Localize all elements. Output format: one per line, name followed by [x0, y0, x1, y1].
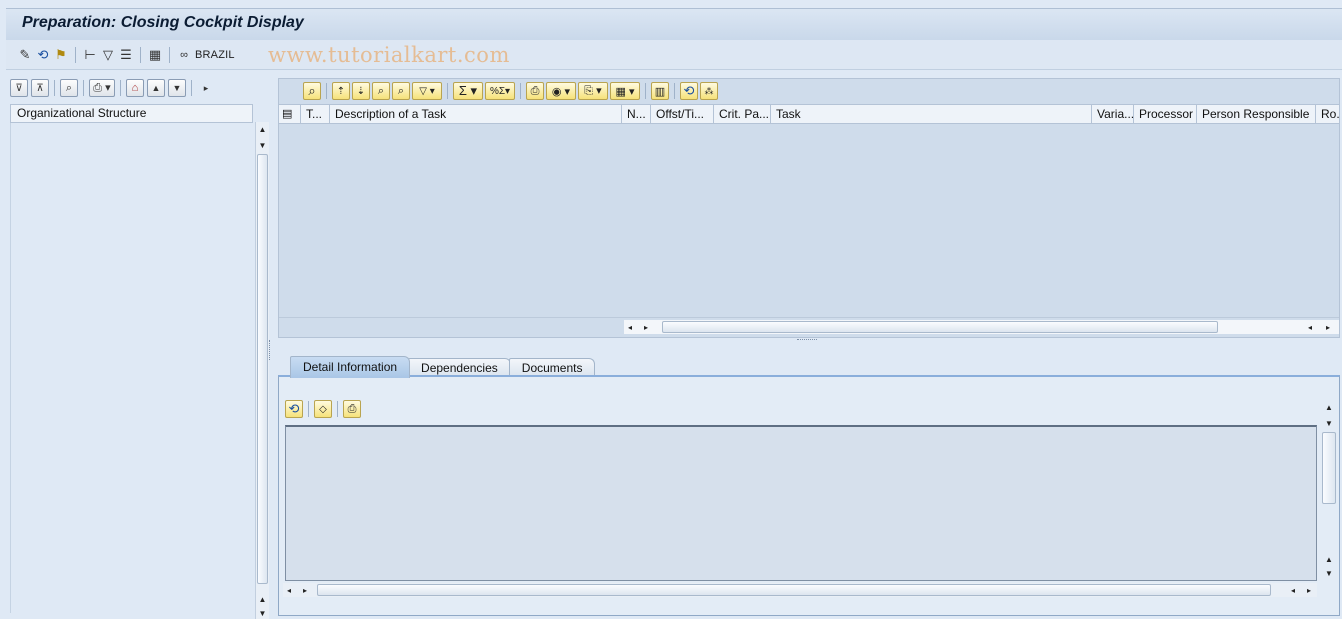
scroll-thumb[interactable]	[317, 584, 1271, 596]
scroll-right-end-icon[interactable]: ▸	[1322, 320, 1334, 334]
move-up-icon[interactable]: ▲	[147, 79, 165, 97]
scroll-up-icon[interactable]: ▲	[1321, 400, 1337, 414]
scroll-up-bottom-icon[interactable]: ▲	[1321, 552, 1337, 566]
scroll-down-icon[interactable]: ▼	[256, 138, 269, 152]
scroll-right-icon[interactable]: ▸	[299, 583, 311, 597]
scroll-up-bottom-icon[interactable]: ▲	[256, 592, 269, 606]
sort-ascending-icon[interactable]: ⇡	[332, 82, 350, 100]
grid-horizontal-scrollbar[interactable]: ◂ ▸ ◂ ▸	[624, 320, 1339, 334]
total-icon[interactable]: Σ ▾	[453, 82, 483, 100]
filter-icon[interactable]: ▽	[99, 46, 117, 64]
expand-all-icon[interactable]: ⊽	[10, 79, 28, 97]
sort-descending-icon[interactable]: ⇣	[352, 82, 370, 100]
refresh-icon[interactable]: ⟲	[680, 82, 698, 100]
collapse-all-icon[interactable]: ⊼	[31, 79, 49, 97]
eraser-icon[interactable]: ◇	[314, 400, 332, 418]
select-all-icon[interactable]: ▤	[279, 105, 301, 123]
scroll-up-icon[interactable]: ▲	[256, 122, 269, 136]
layout-icon[interactable]: ▦	[146, 46, 164, 64]
print-preview-icon[interactable]: ⎙	[526, 82, 544, 100]
column-header-number[interactable]: N...	[622, 105, 651, 123]
scroll-right-icon[interactable]: ▸	[640, 320, 652, 334]
tab-panel: ⟲ ◇ ⎙ ▲ ▼ ▲ ▼ ◂ ▸ ◂ ▸	[278, 375, 1340, 616]
list-icon[interactable]: ☰	[117, 46, 135, 64]
variant-icon[interactable]: ∞	[175, 46, 193, 64]
scroll-down-icon[interactable]: ▼	[1321, 416, 1337, 430]
more-icon[interactable]: ▸	[197, 79, 215, 97]
graphic-icon[interactable]: ▥	[651, 82, 669, 100]
find-icon[interactable]: ⌕	[372, 82, 390, 100]
tree-toolbar: ⊽ ⊼ ⌕ ⎙ ▾ ⌂ ▲ ▼ ▸	[10, 78, 215, 98]
grid-toolbar: ⌕ ⇡ ⇣ ⌕ ⌕ ▽ ▾ Σ ▾ %Σ▾ ⎙ ◉ ▾ ⎘ ▾ ▦ ▾ ▥ ⟲ …	[303, 81, 718, 101]
tab-detail-information[interactable]: Detail Information	[290, 356, 411, 378]
column-header-description[interactable]: Description of a Task	[330, 105, 622, 123]
export-icon[interactable]: ⎘ ▾	[578, 82, 608, 100]
scroll-down-bottom-icon[interactable]: ▼	[1321, 566, 1337, 580]
horizontal-splitter[interactable]	[797, 339, 817, 343]
detail-tab-area: Detail Information Dependencies Document…	[278, 352, 1340, 619]
find-next-icon[interactable]: ⌕	[392, 82, 410, 100]
column-header-critical-path[interactable]: Crit. Pa...	[714, 105, 771, 123]
find-icon[interactable]: ⌕	[60, 79, 78, 97]
column-header-processor[interactable]: Processor	[1134, 105, 1197, 123]
grid-header: ▤ T... Description of a Task N... Offst/…	[279, 104, 1339, 124]
detail-text-area[interactable]	[285, 425, 1317, 581]
scroll-left-end-icon[interactable]: ◂	[1287, 583, 1299, 597]
hat-icon[interactable]: ⌂	[126, 79, 144, 97]
page-title: Preparation: Closing Cockpit Display	[22, 14, 304, 31]
org-structure-pane: ⊽ ⊼ ⌕ ⎙ ▾ ⌂ ▲ ▼ ▸ Organizational Structu…	[6, 74, 271, 619]
column-header-task[interactable]: Task	[771, 105, 1092, 123]
brazil-button[interactable]: BRAZIL	[195, 49, 235, 61]
structure-icon[interactable]: ⊢	[81, 46, 99, 64]
column-header-person-responsible[interactable]: Person Responsible	[1197, 105, 1316, 123]
scroll-down-bottom-icon[interactable]: ▼	[256, 606, 269, 619]
edit-icon[interactable]: ✎	[16, 46, 34, 64]
refresh-icon[interactable]: ⟲	[285, 400, 303, 418]
refresh-icon[interactable]: ⟲	[34, 46, 52, 64]
scroll-thumb[interactable]	[1322, 432, 1336, 504]
application-toolbar: ✎ ⟲ ⚑ ⊢ ▽ ☰ ▦ ∞ BRAZIL	[6, 40, 1342, 70]
column-header-variant[interactable]: Varia...	[1092, 105, 1134, 123]
detail-toolbar: ⟲ ◇ ⎙	[285, 400, 361, 418]
details-icon[interactable]: ⌕	[303, 82, 321, 100]
grid-body[interactable]	[279, 124, 1339, 318]
views-icon[interactable]: ◉ ▾	[546, 82, 576, 100]
detail-horizontal-scrollbar[interactable]: ◂ ▸ ◂ ▸	[283, 583, 1317, 597]
task-grid: ⌕ ⇡ ⇣ ⌕ ⌕ ▽ ▾ Σ ▾ %Σ▾ ⎙ ◉ ▾ ⎘ ▾ ▦ ▾ ▥ ⟲ …	[278, 78, 1340, 338]
abc-analysis-icon[interactable]: ⁂	[700, 82, 718, 100]
column-header-offset-time[interactable]: Offst/Ti...	[651, 105, 714, 123]
print-icon[interactable]: ⎙ ▾	[89, 79, 115, 97]
org-structure-tree[interactable]	[10, 123, 255, 613]
legend-icon[interactable]: ⚑	[52, 46, 70, 64]
vertical-splitter[interactable]	[269, 340, 272, 360]
scroll-right-end-icon[interactable]: ▸	[1303, 583, 1315, 597]
scroll-left-icon[interactable]: ◂	[283, 583, 295, 597]
scroll-thumb[interactable]	[257, 154, 268, 584]
detail-vertical-scrollbar[interactable]: ▲ ▼ ▲ ▼	[1321, 400, 1337, 581]
print-icon[interactable]: ⎙	[343, 400, 361, 418]
scroll-left-end-icon[interactable]: ◂	[1304, 320, 1316, 334]
title-bar: Preparation: Closing Cockpit Display	[6, 8, 1342, 40]
set-filter-icon[interactable]: ▽ ▾	[412, 82, 442, 100]
scroll-left-icon[interactable]: ◂	[624, 320, 636, 334]
move-down-icon[interactable]: ▼	[168, 79, 186, 97]
change-layout-icon[interactable]: ▦ ▾	[610, 82, 640, 100]
subtotal-icon[interactable]: %Σ▾	[485, 82, 515, 100]
org-structure-header: Organizational Structure	[10, 104, 253, 123]
left-vertical-scrollbar[interactable]: ▲ ▼ ▲ ▼	[255, 122, 269, 619]
scroll-thumb[interactable]	[662, 321, 1218, 333]
column-header-type[interactable]: T...	[301, 105, 330, 123]
column-header-role[interactable]: Ro...	[1316, 105, 1339, 123]
